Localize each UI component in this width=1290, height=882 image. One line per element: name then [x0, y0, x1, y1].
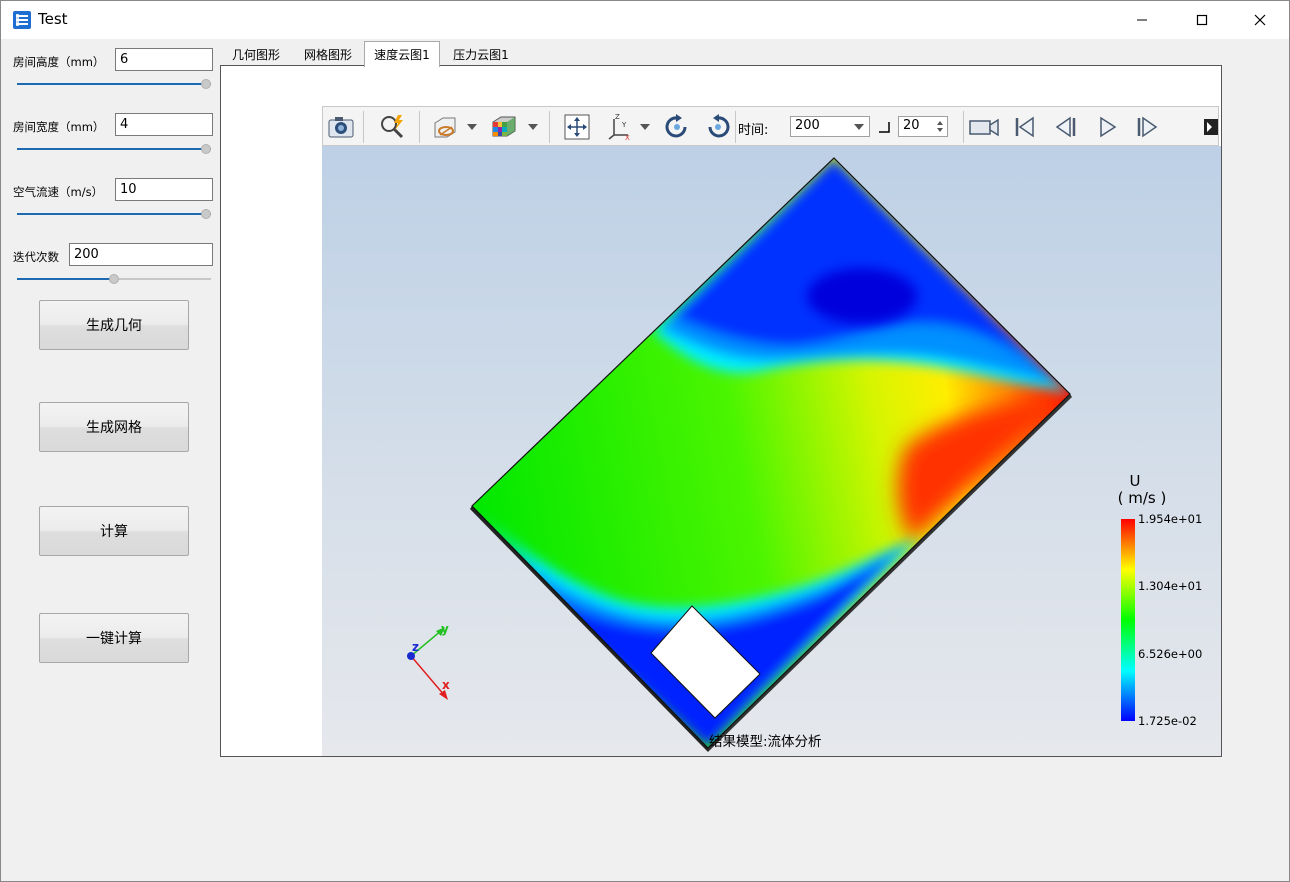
room-width-slider[interactable]	[17, 143, 211, 155]
contour-field	[472, 158, 1070, 748]
minimize-button[interactable]	[1119, 1, 1165, 39]
axis-y-label: y	[441, 622, 449, 636]
tab-velocity-contour[interactable]: 速度云图1	[364, 41, 440, 67]
velocity-contour-plot: y x z	[407, 157, 1135, 752]
air-velocity-label: 空气流速（m/s）	[13, 185, 104, 199]
svg-text:Y: Y	[621, 121, 627, 129]
step-corner-icon	[879, 122, 890, 133]
slider-thumb[interactable]	[201, 144, 211, 154]
rotate-cw-icon[interactable]	[663, 113, 691, 141]
air-velocity-slider[interactable]	[17, 208, 211, 220]
step-spinbox-value: 20	[903, 118, 920, 133]
chevron-down-icon[interactable]	[640, 124, 650, 130]
generate-mesh-button[interactable]: 生成网格	[39, 402, 189, 452]
room-width-label: 房间宽度（mm）	[13, 120, 105, 134]
color-cube-icon[interactable]	[490, 113, 518, 141]
play-icon[interactable]	[1093, 113, 1121, 141]
spin-up-icon[interactable]	[937, 121, 943, 125]
window-title: Test	[38, 10, 68, 28]
axis-z-label: z	[412, 640, 419, 654]
iterations-label: 迭代次数	[13, 250, 59, 264]
generate-geometry-button[interactable]: 生成几何	[39, 300, 189, 350]
time-label: 时间:	[738, 123, 769, 138]
legend-tick: 1.954e+01	[1138, 512, 1203, 526]
tab-geometry[interactable]: 几何图形	[223, 43, 289, 65]
legend-tick: 1.304e+01	[1138, 579, 1203, 593]
room-height-label: 房间高度（mm）	[13, 55, 105, 69]
axis-x-label: x	[442, 678, 450, 692]
rotate-ccw-icon[interactable]	[704, 113, 732, 141]
iterations-slider[interactable]	[17, 273, 211, 285]
iterations-input[interactable]	[69, 243, 213, 266]
tab-mesh[interactable]: 网格图形	[293, 43, 363, 65]
room-width-input[interactable]	[115, 113, 213, 136]
chevron-down-icon[interactable]	[528, 124, 538, 130]
render-viewport[interactable]: y x z U ( m/s ) 1.954e+01 1.304e+01 6.52…	[322, 146, 1221, 756]
close-icon	[1254, 14, 1266, 26]
maximize-icon	[1196, 14, 1208, 26]
close-button[interactable]	[1237, 1, 1283, 39]
title-bar: Test	[1, 1, 1289, 39]
clip-plane-icon[interactable]	[431, 113, 459, 141]
time-select-value: 200	[795, 118, 820, 133]
slider-thumb[interactable]	[109, 274, 119, 284]
time-select[interactable]: 200	[790, 116, 870, 137]
slider-thumb[interactable]	[201, 79, 211, 89]
record-video-icon[interactable]	[968, 113, 1000, 141]
spin-down-icon[interactable]	[937, 128, 943, 132]
legend-tick: 6.526e+00	[1138, 647, 1203, 661]
first-frame-icon[interactable]	[1011, 113, 1039, 141]
room-height-input[interactable]	[115, 48, 213, 71]
axis-orientation-icon[interactable]: Z Y X	[606, 113, 634, 141]
svg-text:Z: Z	[615, 113, 620, 121]
toolbar-overflow-icon[interactable]	[1204, 119, 1218, 135]
legend-title: U	[1129, 472, 1141, 490]
app-icon	[13, 11, 31, 29]
zoom-probe-icon[interactable]	[378, 113, 406, 141]
legend-colorbar	[1121, 519, 1135, 721]
app-window: Test 房间高度（mm） 房间宽度（mm） 空气流速（m/s） 迭代次数	[0, 0, 1290, 882]
next-frame-icon[interactable]	[1133, 113, 1161, 141]
one-click-compute-button[interactable]: 一键计算	[39, 613, 189, 663]
maximize-button[interactable]	[1179, 1, 1225, 39]
model-caption: 结果模型:流体分析	[709, 734, 822, 750]
fit-view-icon[interactable]	[563, 113, 591, 141]
viewer-toolbar: Z Y X 时间: 200 20	[322, 106, 1219, 146]
air-velocity-input[interactable]	[115, 178, 213, 201]
chevron-down-icon	[854, 124, 864, 130]
svg-text:X: X	[625, 134, 630, 141]
chevron-down-icon[interactable]	[467, 124, 477, 130]
legend-unit: ( m/s )	[1117, 489, 1167, 507]
compute-button[interactable]: 计算	[39, 506, 189, 556]
room-height-slider[interactable]	[17, 78, 211, 90]
step-spinbox[interactable]: 20	[898, 116, 948, 137]
camera-snapshot-icon[interactable]	[327, 113, 355, 141]
previous-frame-icon[interactable]	[1052, 113, 1080, 141]
minimize-icon	[1137, 19, 1147, 21]
tab-pressure-contour[interactable]: 压力云图1	[444, 43, 518, 65]
slider-thumb[interactable]	[201, 209, 211, 219]
legend-tick: 1.725e-02	[1138, 714, 1197, 728]
